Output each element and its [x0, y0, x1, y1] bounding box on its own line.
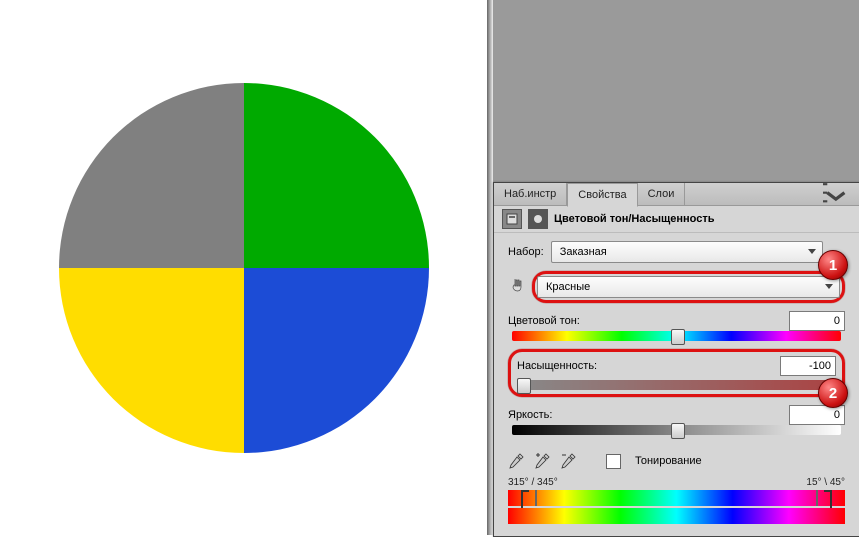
saturation-slider[interactable]	[521, 380, 832, 390]
pie-quadrant-blue	[244, 268, 429, 453]
lightness-slider-handle[interactable]	[671, 423, 685, 439]
colorize-checkbox[interactable]	[606, 454, 621, 469]
eyedropper-add-icon[interactable]	[534, 453, 550, 469]
color-range-row: Красные	[508, 271, 845, 303]
lightness-value[interactable]: 0	[789, 405, 845, 425]
panel-menu-icon[interactable]	[823, 185, 853, 201]
lightness-row: Яркость: 0	[508, 405, 845, 435]
saturation-highlight: Насыщенность: -100	[508, 349, 845, 397]
adjustment-title: Цветовой тон/Насыщенность	[554, 213, 715, 225]
hue-value[interactable]: 0	[789, 311, 845, 331]
eyedropper-subtract-icon[interactable]	[560, 453, 576, 469]
color-range-select[interactable]: Красные	[537, 276, 840, 298]
hue-range-strip-top[interactable]	[508, 490, 845, 506]
tab-properties[interactable]: Свойства	[567, 183, 637, 207]
hue-slider-handle[interactable]	[671, 329, 685, 345]
saturation-value[interactable]: -100	[780, 356, 836, 376]
pie-quadrant-gray	[59, 83, 244, 268]
preset-label: Набор:	[508, 246, 544, 258]
tab-layers[interactable]: Слои	[638, 183, 686, 205]
range-bracket-left-inner[interactable]	[535, 490, 543, 506]
saturation-label: Насыщенность:	[517, 360, 627, 372]
adjustment-header: Цветовой тон/Насыщенность	[494, 206, 859, 233]
range-bracket-right-outer[interactable]	[824, 490, 832, 510]
adjustment-mask-icon[interactable]	[528, 209, 548, 229]
saturation-slider-handle[interactable]	[517, 378, 531, 394]
annotation-badge-2: 2	[818, 378, 848, 408]
panel-body: Набор: Заказная Красные Цветовой тон: 0	[494, 233, 859, 536]
hue-range-labels: 315° / 345° 15° \ 45°	[508, 477, 845, 488]
hue-range-strip-bottom	[508, 508, 845, 524]
preset-select[interactable]: Заказная	[551, 241, 823, 263]
canvas-area	[0, 0, 487, 535]
color-wheel-preview	[59, 83, 429, 453]
range-bracket-right-inner[interactable]	[810, 490, 818, 506]
adjustment-preset-icon[interactable]	[502, 209, 522, 229]
tab-tools[interactable]: Наб.инстр	[494, 183, 567, 205]
lightness-label: Яркость:	[508, 409, 618, 421]
panel-tab-bar: Наб.инстр Свойства Слои	[494, 183, 859, 206]
eyedropper-icon[interactable]	[508, 453, 524, 469]
properties-panel: Наб.инстр Свойства Слои Цветовой тон/Нас…	[493, 182, 859, 537]
eyedropper-row: Тонирование	[508, 453, 845, 469]
hue-slider[interactable]	[512, 331, 841, 341]
pie-quadrant-green	[244, 83, 429, 268]
hue-label: Цветовой тон:	[508, 315, 618, 327]
colorize-label: Тонирование	[635, 455, 702, 467]
range-bracket-left-outer[interactable]	[521, 490, 529, 510]
hue-range-left: 315° / 345°	[508, 477, 558, 488]
hue-range-right: 15° \ 45°	[806, 477, 845, 488]
pie-quadrant-yellow	[59, 268, 244, 453]
targeted-adjustment-icon[interactable]	[508, 277, 528, 297]
annotation-badge-1: 1	[818, 250, 848, 280]
preset-row: Набор: Заказная	[508, 241, 845, 263]
lightness-slider[interactable]	[512, 425, 841, 435]
color-range-highlight: Красные	[532, 271, 845, 303]
hue-row: Цветовой тон: 0	[508, 311, 845, 341]
